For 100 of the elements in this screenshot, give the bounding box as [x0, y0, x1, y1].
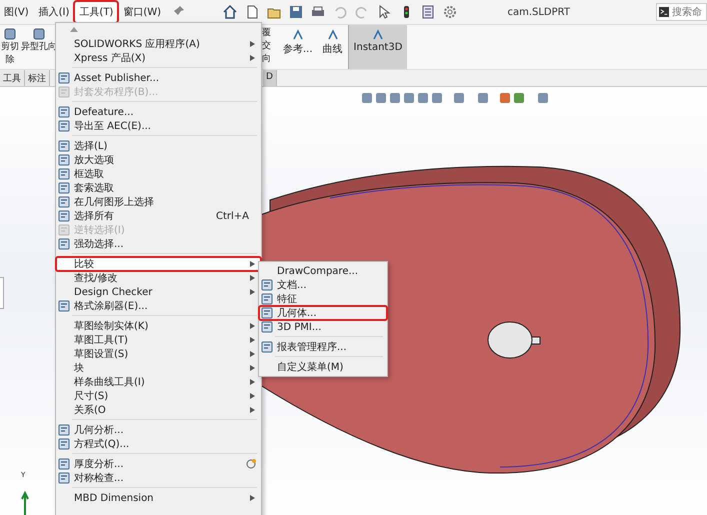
menu-item-icon [58, 120, 70, 132]
menu-item-icon [261, 293, 273, 305]
ribbon-label: 向 [262, 53, 271, 66]
menu-item[interactable]: DrawCompare... [259, 264, 387, 278]
menu-item[interactable]: 格式涂刷器(E)... [56, 299, 261, 313]
menu-item[interactable]: SOLIDWORKS 应用程序(A) [56, 37, 261, 51]
menu-item[interactable]: 框选取 [56, 167, 261, 181]
menu-item[interactable]: MBD Dimension [56, 491, 261, 505]
menu-item[interactable]: 报表管理程序... [259, 340, 387, 354]
menu-item-icon [58, 86, 70, 98]
menu-bar-item[interactable]: 图(V) [0, 2, 33, 22]
home-icon[interactable] [222, 4, 238, 20]
menu-item[interactable]: 草图设置(S) [56, 347, 261, 361]
ribbon-button[interactable]: 参考... [278, 25, 318, 69]
menu-item[interactable]: 几何体... [259, 306, 387, 320]
caret-icon [250, 261, 255, 267]
menu-item-icon [58, 472, 70, 484]
save-icon[interactable] [288, 4, 304, 20]
menu-item: 封套发布程序(B)... [56, 85, 261, 99]
menu-item[interactable]: 几何分析... [56, 423, 261, 437]
ribbon-label: 除 [6, 54, 14, 67]
menu-item[interactable]: 草图绘制实体(K) [56, 319, 261, 333]
menu-item[interactable]: 对称检查... [56, 471, 261, 485]
tab[interactable]: 标注 [25, 70, 50, 86]
caret-icon [250, 323, 255, 329]
menu-item[interactable]: 草图工具(T) [56, 333, 261, 347]
menu-item-icon [58, 424, 70, 436]
menu-item[interactable]: 关系(O [56, 403, 261, 417]
caret-icon [250, 495, 255, 501]
caret-icon [250, 379, 255, 385]
tab[interactable]: D [263, 70, 277, 86]
menu-item-icon [58, 210, 70, 222]
menu-item-icon [58, 238, 70, 250]
menu-item[interactable]: 自定义菜单(M) [259, 360, 387, 374]
shortcut-label: Ctrl+A [216, 210, 249, 222]
menu-item-icon [58, 300, 70, 312]
terminal-icon [659, 7, 669, 17]
caret-icon [250, 289, 255, 295]
menu-item[interactable]: 选择所有 Ctrl+A [56, 209, 261, 223]
tool-icon[interactable] [32, 27, 46, 41]
caret-icon [250, 275, 255, 281]
menu-item-icon [58, 438, 70, 450]
menu-item[interactable]: 厚度分析... [56, 457, 261, 471]
keyed-shaft-hole [488, 322, 540, 358]
menu-item[interactable]: Defeature... [56, 105, 261, 119]
menu-item[interactable]: Xpress 产品(X) [56, 51, 261, 65]
caret-icon [250, 55, 255, 61]
menu-item-icon [58, 458, 70, 470]
menu-item-icon [58, 72, 70, 84]
menu-item[interactable]: 放大选项 [56, 153, 261, 167]
menu-item[interactable]: 选择(L) [56, 139, 261, 153]
menu-item[interactable]: Asset Publisher... [56, 71, 261, 85]
panel-handle[interactable] [0, 277, 4, 309]
tool-icon [326, 28, 340, 42]
menu-item-icon [261, 321, 273, 333]
ribbon-button[interactable]: Instant3D [348, 25, 408, 69]
menu-item[interactable]: 文档... [259, 278, 387, 292]
menu-item-icon [58, 224, 70, 236]
window-title: cam.SLDPRT [507, 6, 570, 18]
menu-bar-item[interactable]: 窗口(W) [119, 2, 166, 22]
menu-item[interactable]: 3D PMI... [259, 320, 387, 334]
ribbon-button[interactable]: 曲线 [318, 25, 348, 69]
tool-icon[interactable] [3, 27, 17, 41]
caret-icon [250, 365, 255, 371]
menu-item[interactable]: 特征 [259, 292, 387, 306]
menu-item[interactable]: 套索选取 [56, 181, 261, 195]
menu-item[interactable]: 比较 [56, 257, 261, 271]
menu-bar-item[interactable]: 工具(T) [75, 2, 118, 22]
menu-item-icon [261, 341, 273, 353]
menu-item[interactable]: 在几何图形上选择 [56, 195, 261, 209]
menu-item[interactable]: Design Checker [56, 285, 261, 299]
menu-item-icon [58, 196, 70, 208]
menu-bar-item[interactable]: 插入(I) [34, 2, 74, 22]
caret-icon [250, 351, 255, 357]
ribbon-label: 剪切 [1, 41, 19, 54]
menu-item[interactable]: 方程式(Q)... [56, 437, 261, 451]
menu-item[interactable]: 尺寸(S) [56, 389, 261, 403]
tool-icon [370, 28, 385, 42]
settings-icon[interactable] [442, 4, 458, 20]
menu-item-icon [261, 279, 273, 291]
caret-icon [250, 337, 255, 343]
tab[interactable]: 工具 [0, 70, 25, 86]
ribbon-label: 覆 [262, 27, 271, 40]
menu-item: 逆转选择(I) [56, 223, 261, 237]
menu-item-icon [58, 154, 70, 166]
menu-item[interactable]: 样条曲线工具(I) [56, 375, 261, 389]
help-badge-icon [246, 459, 256, 469]
list-icon[interactable] [420, 4, 436, 20]
menu-item-icon [58, 106, 70, 118]
caret-icon [250, 393, 255, 399]
menu-item[interactable]: 块 [56, 361, 261, 375]
menu-item-icon [261, 307, 273, 319]
menu-item-icon [58, 140, 70, 152]
menu-item[interactable]: 导出至 AEC(E)... [56, 119, 261, 133]
menu-item[interactable]: 强劲选择... [56, 237, 261, 251]
menu-item[interactable]: 查找/修改 [56, 271, 261, 285]
caret-icon [250, 41, 255, 47]
menu-item-icon [58, 168, 70, 180]
caret-icon [250, 407, 255, 413]
tool-icon [290, 28, 305, 42]
